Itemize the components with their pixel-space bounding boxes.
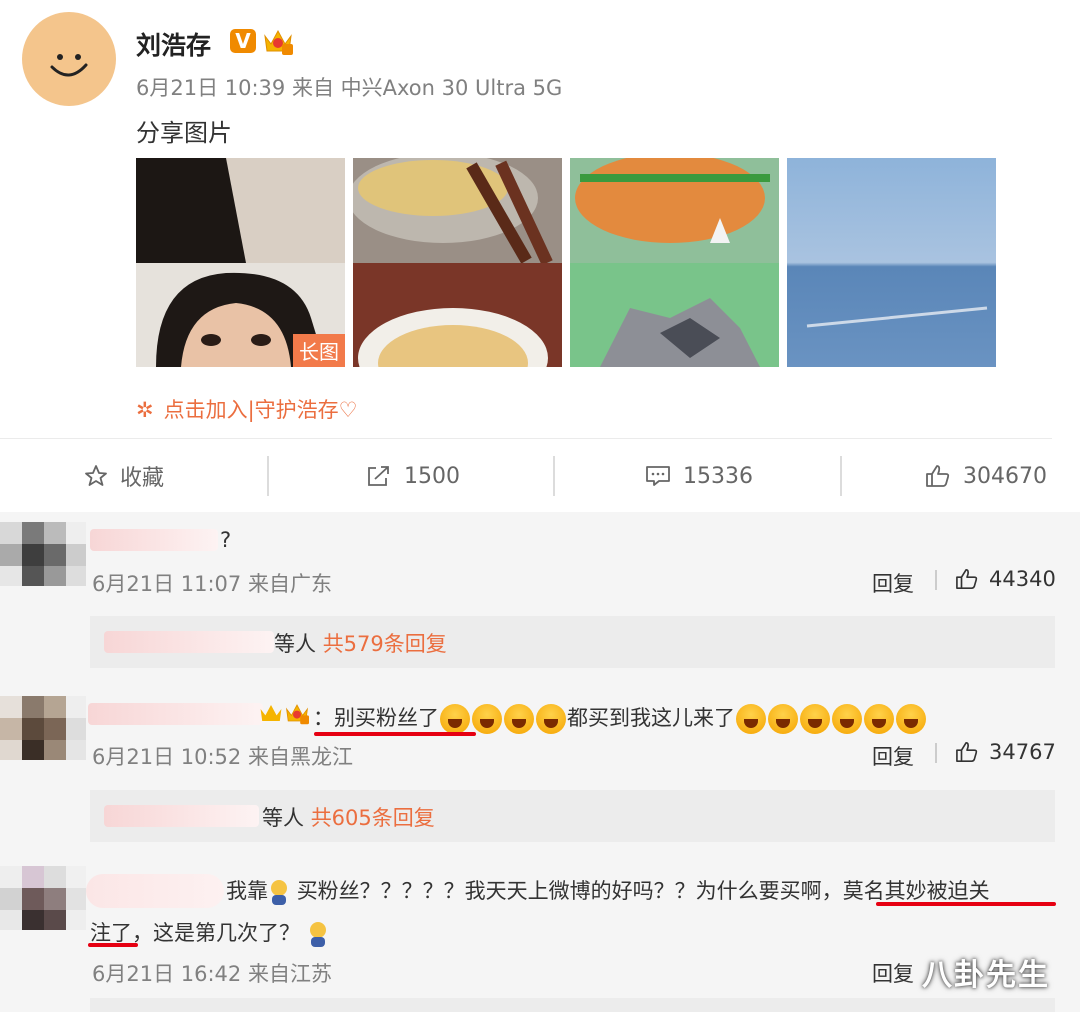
commenter-avatar[interactable] [0, 522, 86, 586]
pixelated-avatar-image [0, 696, 86, 760]
crying-emoji-icon [504, 704, 534, 734]
comment-meta: 6月21日 10:52 来自黑龙江 [92, 745, 353, 769]
photo-noodles[interactable] [353, 158, 562, 367]
vip-crown-icon [260, 705, 282, 721]
comment-like-count: 34767 [989, 740, 1056, 764]
comment-icon [646, 466, 670, 486]
reply-others: 等人 [274, 632, 316, 656]
comment-like-button[interactable]: 44340 [955, 567, 1056, 591]
thumbs-up-icon [956, 569, 978, 589]
crying-emoji-icon [864, 704, 894, 734]
crown-level-icon [264, 29, 293, 55]
comment-highlight-2: 注了 [90, 921, 132, 945]
comment-button[interactable]: 15336 [645, 440, 753, 512]
action-separator [267, 456, 269, 496]
reply-count[interactable]: 共579条回复 [323, 632, 447, 656]
comment-text-b: 买粉丝？？？？？我天天上微博的好吗？？为什么要买啊， [296, 879, 843, 903]
comment-text: ：别买粉丝了 都买到我这儿来了 [313, 702, 927, 734]
comment-like-count: 44340 [989, 567, 1056, 591]
reply-button[interactable]: 回复 [872, 958, 914, 988]
commenter-name-blurred[interactable] [86, 874, 224, 908]
sky-image [787, 158, 996, 367]
noodles-image [353, 158, 562, 367]
comment-meta: 6月21日 16:42 来自江苏 [92, 962, 332, 986]
watermark: 八卦先生 [922, 958, 1050, 993]
reply-count[interactable]: 共605条回复 [311, 806, 435, 830]
reply-thread-summary: 等人 共605条回复 [262, 802, 435, 832]
favorite-button[interactable]: 收藏 [84, 440, 164, 512]
crying-emoji-icon [832, 704, 862, 734]
repost-button[interactable]: 1500 [366, 440, 460, 512]
post-meta: 6月21日 10:39 来自 中兴Axon 30 Ultra 5G [136, 76, 563, 100]
comment-highlight-1: 莫名其妙被迫关 [842, 879, 990, 903]
pixelated-avatar-image [0, 522, 86, 586]
commenter-avatar[interactable] [0, 866, 86, 930]
comment-text-c: ，这是第几次了？ [132, 921, 300, 945]
crying-emoji-icon [896, 704, 926, 734]
reply-thread[interactable]: 等人 共605条回复 [90, 790, 1055, 842]
divider [0, 438, 1052, 439]
author-name[interactable]: 刘浩存 [136, 26, 211, 62]
author-avatar[interactable] [22, 12, 116, 106]
red-underline-annotation [876, 902, 1056, 906]
favorite-label: 收藏 [120, 466, 165, 491]
pixelated-avatar-image [0, 866, 86, 930]
crying-emoji-icon [440, 704, 470, 734]
like-count: 304670 [963, 463, 1047, 489]
verified-badge: V [230, 29, 256, 53]
commenter-name-blurred[interactable] [88, 703, 263, 725]
photo-portrait[interactable]: 长图 [136, 158, 345, 367]
comment-like-button[interactable]: 34767 [955, 740, 1056, 764]
sweat-emoji-icon [307, 920, 329, 948]
sweat-emoji-icon [268, 878, 290, 906]
star-icon [85, 465, 107, 486]
fan-group-icon: ✲ [136, 398, 154, 422]
crying-emoji-icon [536, 704, 566, 734]
action-separator [553, 456, 555, 496]
action-bar: 收藏 1500 15336 304670 [0, 440, 1080, 512]
replier-names-blurred [104, 805, 259, 827]
replier-names-blurred [104, 631, 274, 653]
thumbs-up-icon [926, 465, 950, 487]
repost-icon [368, 466, 389, 486]
thumbs-up-icon [956, 742, 978, 762]
comment-text: ? [220, 528, 232, 552]
red-underline-annotation [88, 943, 138, 947]
action-separator [840, 456, 842, 496]
post-text: 分享图片 [136, 119, 232, 147]
reply-button[interactable]: 回复 [872, 741, 914, 771]
photo-net-ball[interactable] [570, 158, 779, 367]
repost-count: 1500 [404, 463, 460, 489]
crying-emoji-icon [736, 704, 766, 734]
join-fan-group-link[interactable]: ✲ 点击加入|守护浩存♡ [136, 394, 358, 424]
separator [935, 743, 937, 763]
red-underline-annotation [314, 732, 476, 736]
photo-sky[interactable] [787, 158, 996, 367]
crown-level-icon [286, 704, 309, 725]
commenter-name-blurred[interactable] [90, 529, 218, 551]
comment-highlight: 别买粉丝了 [334, 706, 439, 730]
smiley-face-icon [50, 54, 88, 77]
crying-emoji-icon [768, 704, 798, 734]
comment-colon: ： [313, 706, 334, 730]
comment-meta: 6月21日 11:07 来自广东 [92, 572, 332, 596]
separator [935, 570, 937, 590]
crying-emoji-icon [800, 704, 830, 734]
join-text: 点击加入|守护浩存♡ [163, 398, 358, 422]
crying-emoji-icon [472, 704, 502, 734]
comment-section: ? 6月21日 11:07 来自广东 回复 44340 等人 共579条回复 ：… [0, 512, 1080, 1012]
reply-thread-summary: 等人 共579条回复 [274, 628, 447, 658]
reply-button[interactable]: 回复 [872, 568, 914, 598]
comment-text-line-1: 我靠 买粉丝？？？？？我天天上微博的好吗？？为什么要买啊，莫名其妙被迫关 [226, 875, 990, 906]
reply-thread[interactable]: 等人 共579条回复 [90, 616, 1055, 668]
net-ball-image [570, 158, 779, 367]
comment-count: 15336 [683, 463, 753, 489]
reply-thread[interactable] [90, 998, 1055, 1012]
long-image-badge: 长图 [293, 334, 345, 367]
reply-others: 等人 [262, 806, 304, 830]
like-button[interactable]: 304670 [925, 440, 1047, 512]
comment-text-a: 我靠 [226, 879, 268, 903]
commenter-avatar[interactable] [0, 696, 86, 760]
comment-text-middle: 都买到我这儿来了 [567, 706, 735, 730]
